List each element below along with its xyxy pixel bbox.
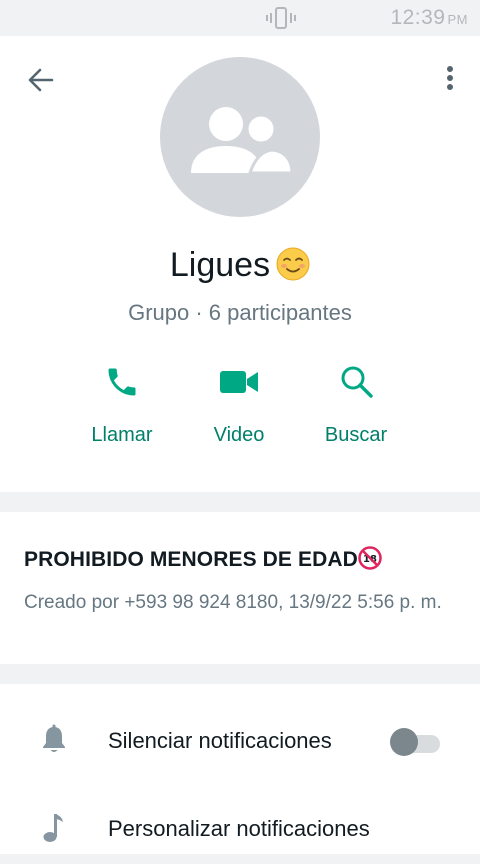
smiling-face-icon xyxy=(276,247,310,281)
description-created: Creado por +593 98 924 8180, 13/9/22 5:5… xyxy=(24,592,442,613)
bell-icon xyxy=(43,724,65,752)
video-label: Video xyxy=(213,424,265,446)
group-name-text: Ligues xyxy=(169,246,271,284)
music-note-icon xyxy=(43,814,63,842)
group-avatar-icon xyxy=(191,107,294,175)
call-label: Llamar xyxy=(91,424,153,446)
group-name[interactable]: Ligues xyxy=(0,246,480,285)
more-vert-icon xyxy=(447,66,453,90)
arrow-left-icon xyxy=(28,68,54,92)
video-call-button[interactable]: Video xyxy=(179,364,299,464)
back-button[interactable] xyxy=(22,62,62,98)
description-title: PROHIBIDO MENORES DE EDAD 18 xyxy=(24,546,382,572)
notification-settings: Silenciar notificaciones Personalizar no… xyxy=(0,684,480,854)
search-button[interactable]: Buscar xyxy=(296,364,416,464)
custom-notifications-label: Personalizar notificaciones xyxy=(108,816,370,841)
search-label: Buscar xyxy=(324,424,388,446)
mute-notifications-toggle[interactable] xyxy=(390,728,440,756)
group-avatar[interactable] xyxy=(160,57,320,217)
video-camera-icon xyxy=(220,371,258,393)
mute-notifications-label: Silenciar notificaciones xyxy=(108,728,332,753)
no-one-under-eighteen-icon: 18 xyxy=(358,546,382,570)
vibrate-icon xyxy=(266,7,296,29)
custom-notifications-row[interactable]: Personalizar notificaciones xyxy=(0,784,480,864)
status-bar: 12:39 PM xyxy=(0,0,480,36)
group-header: Ligues Grupo · 6 participantes Llamar Vi… xyxy=(0,36,480,492)
mute-notifications-row[interactable]: Silenciar notificaciones xyxy=(0,696,480,776)
phone-icon xyxy=(108,368,136,396)
group-meta: Grupo · 6 participantes xyxy=(128,300,352,325)
more-options-button[interactable] xyxy=(440,62,460,98)
toggle-thumb xyxy=(390,728,418,756)
status-time: 12:39 PM xyxy=(390,6,468,29)
search-icon xyxy=(341,366,373,398)
call-button[interactable]: Llamar xyxy=(62,364,182,464)
group-description[interactable]: PROHIBIDO MENORES DE EDAD 18 Creado por … xyxy=(0,512,480,664)
